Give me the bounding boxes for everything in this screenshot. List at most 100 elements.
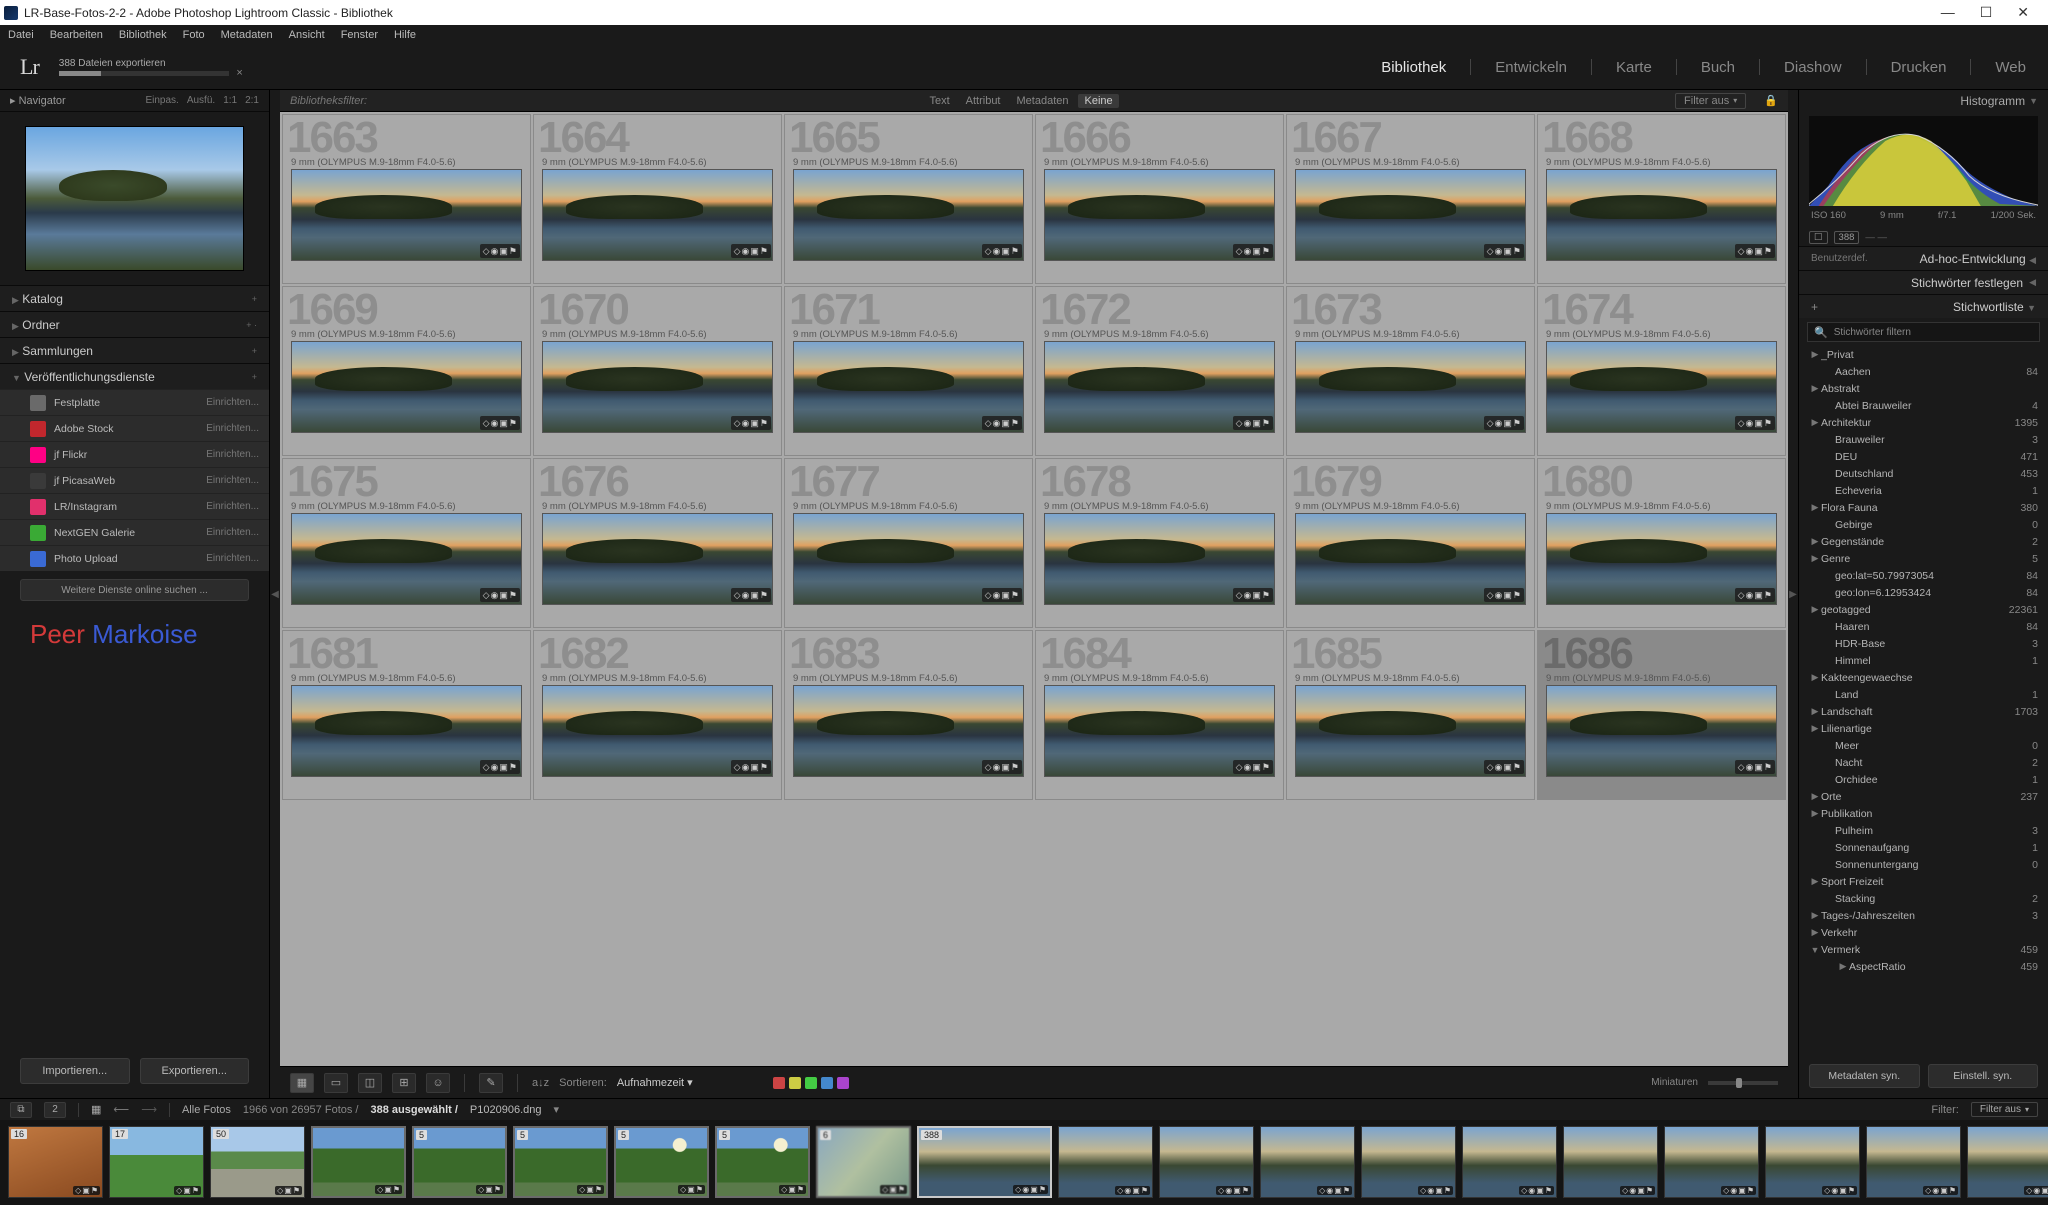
keyword-expand-icon[interactable]: ▶ xyxy=(1809,791,1821,802)
grid-cell[interactable]: 1672 9 mm (OLYMPUS M.9-18mm F4.0-5.6) ◇◉… xyxy=(1035,286,1284,456)
grid-cell[interactable]: 1686 9 mm (OLYMPUS M.9-18mm F4.0-5.6) ◇◉… xyxy=(1537,630,1786,800)
module-buch[interactable]: Buch xyxy=(1699,59,1737,76)
publish-service-item[interactable]: Photo Upload Einrichten... xyxy=(0,545,269,571)
nav-zoom-option[interactable]: 1:1 xyxy=(223,95,237,106)
sync-metadata-button[interactable]: Metadaten syn. xyxy=(1809,1064,1920,1088)
keyword-item[interactable]: Aachen 84 xyxy=(1809,363,2042,380)
grid-cell[interactable]: 1668 9 mm (OLYMPUS M.9-18mm F4.0-5.6) ◇◉… xyxy=(1537,114,1786,284)
filter-tab-text[interactable]: Text xyxy=(923,94,955,108)
progress-cancel-icon[interactable]: × xyxy=(236,67,242,79)
grid-cell[interactable]: 1670 9 mm (OLYMPUS M.9-18mm F4.0-5.6) ◇◉… xyxy=(533,286,782,456)
keyword-item[interactable]: ▶ Orte 237 xyxy=(1809,788,2042,805)
filter-preset-select[interactable]: Filter aus▾ xyxy=(1675,93,1746,109)
grid-view-icon[interactable]: ▦ xyxy=(91,1103,101,1116)
cell-badges[interactable]: ◇◉▣⚑ xyxy=(480,244,520,258)
filmstrip-thumb[interactable]: ◇◉▣⚑ xyxy=(1058,1126,1153,1198)
cell-badges[interactable]: ◇◉▣⚑ xyxy=(982,416,1022,430)
filmstrip-thumb[interactable]: ◇◉▣⚑ xyxy=(1866,1126,1961,1198)
keyword-expand-icon[interactable]: ▶ xyxy=(1809,536,1821,547)
keyword-item[interactable]: Nacht 2 xyxy=(1809,754,2042,771)
cell-badges[interactable]: ◇◉▣⚑ xyxy=(1484,760,1524,774)
sort-field-select[interactable]: Aufnahmezeit ▾ xyxy=(617,1076,693,1089)
cell-badges[interactable]: ◇◉▣⚑ xyxy=(731,416,771,430)
keyword-expand-icon[interactable]: ▶ xyxy=(1809,927,1821,938)
keyword-list[interactable]: ▶ _Privat Aachen 84▶ Abstrakt Abtei Brau… xyxy=(1799,346,2048,1054)
filmstrip-thumb[interactable]: 5◇▣⚑ xyxy=(715,1126,810,1198)
keyword-item[interactable]: DEU 471 xyxy=(1809,448,2042,465)
grid-cell[interactable]: 1682 9 mm (OLYMPUS M.9-18mm F4.0-5.6) ◇◉… xyxy=(533,630,782,800)
catalog-section[interactable]: ▶ Katalog+ xyxy=(0,285,269,311)
cell-badges[interactable]: ◇◉▣⚑ xyxy=(1484,416,1524,430)
keyword-item[interactable]: ▶ Publikation xyxy=(1809,805,2042,822)
grid-cell[interactable]: 1664 9 mm (OLYMPUS M.9-18mm F4.0-5.6) ◇◉… xyxy=(533,114,782,284)
filmstrip-filter-select[interactable]: Filter aus▾ xyxy=(1971,1102,2038,1117)
export-progress[interactable]: 388 Dateien exportieren × xyxy=(59,58,229,76)
keyword-item[interactable]: Meer 0 xyxy=(1809,737,2042,754)
filmstrip-thumb[interactable]: ◇▣⚑ xyxy=(311,1126,406,1198)
menu-hilfe[interactable]: Hilfe xyxy=(394,29,416,41)
keyword-item[interactable]: ▶ geotagged 22361 xyxy=(1809,601,2042,618)
grid-cell[interactable]: 1673 9 mm (OLYMPUS M.9-18mm F4.0-5.6) ◇◉… xyxy=(1286,286,1535,456)
second-window-mode-button[interactable]: 2 xyxy=(44,1102,66,1118)
window-maximize-button[interactable]: ☐ xyxy=(1980,4,1993,21)
keyword-item[interactable]: Brauweiler 3 xyxy=(1809,431,2042,448)
filmstrip-thumb[interactable]: 5◇▣⚑ xyxy=(412,1126,507,1198)
color-label-dot[interactable] xyxy=(773,1077,785,1089)
grid-cell[interactable]: 1677 9 mm (OLYMPUS M.9-18mm F4.0-5.6) ◇◉… xyxy=(784,458,1033,628)
keyword-item[interactable]: geo:lat=50.79973054 84 xyxy=(1809,567,2042,584)
window-close-button[interactable]: ✕ xyxy=(2017,4,2029,21)
cell-badges[interactable]: ◇◉▣⚑ xyxy=(731,588,771,602)
quick-develop-section[interactable]: Benutzerdef. Ad-hoc-Entwicklung ◀ xyxy=(1799,246,2048,270)
keyword-item[interactable]: ▶ Flora Fauna 380 xyxy=(1809,499,2042,516)
histogram[interactable] xyxy=(1809,116,2038,206)
keyword-item[interactable]: Deutschland 453 xyxy=(1809,465,2042,482)
menu-bibliothek[interactable]: Bibliothek xyxy=(119,29,167,41)
menu-metadaten[interactable]: Metadaten xyxy=(221,29,273,41)
cell-badges[interactable]: ◇◉▣⚑ xyxy=(1233,760,1273,774)
publish-service-item[interactable]: NextGEN Galerie Einrichten... xyxy=(0,519,269,545)
keyword-expand-icon[interactable]: ▶ xyxy=(1809,383,1821,394)
navigator-preview[interactable] xyxy=(25,126,244,271)
grid-cell[interactable]: 1674 9 mm (OLYMPUS M.9-18mm F4.0-5.6) ◇◉… xyxy=(1537,286,1786,456)
second-window-button[interactable]: ⧉ xyxy=(10,1102,32,1118)
view-compare-button[interactable]: ◫ xyxy=(358,1073,382,1093)
right-panel-handle[interactable]: ▶ xyxy=(1788,90,1798,1098)
keyword-expand-icon[interactable]: ▶ xyxy=(1809,876,1821,887)
view-people-button[interactable]: ☺ xyxy=(426,1073,450,1093)
keyword-expand-icon[interactable]: ▶ xyxy=(1809,553,1821,564)
nav-zoom-option[interactable]: 2:1 xyxy=(245,95,259,106)
keyword-filter-input[interactable]: 🔍 Stichwörter filtern xyxy=(1807,322,2040,342)
module-karte[interactable]: Karte xyxy=(1614,59,1654,76)
grid-cell[interactable]: 1679 9 mm (OLYMPUS M.9-18mm F4.0-5.6) ◇◉… xyxy=(1286,458,1535,628)
keyword-item[interactable]: ▶ Sport Freizeit xyxy=(1809,873,2042,890)
grid-cell[interactable]: 1675 9 mm (OLYMPUS M.9-18mm F4.0-5.6) ◇◉… xyxy=(282,458,531,628)
thumbnail-size-slider[interactable] xyxy=(1708,1081,1778,1085)
keyword-item[interactable]: HDR-Base 3 xyxy=(1809,635,2042,652)
keyword-item[interactable]: ▶ Lilienartige xyxy=(1809,720,2042,737)
sync-settings-button[interactable]: Einstell. syn. xyxy=(1928,1064,2039,1088)
publish-service-item[interactable]: Festplatte Einrichten... xyxy=(0,389,269,415)
menu-ansicht[interactable]: Ansicht xyxy=(289,29,325,41)
collections-section[interactable]: ▶ Sammlungen+ xyxy=(0,337,269,363)
filmstrip-thumb[interactable]: ◇◉▣⚑ xyxy=(1159,1126,1254,1198)
cell-badges[interactable]: ◇◉▣⚑ xyxy=(731,244,771,258)
go-back-icon[interactable]: ⟵ xyxy=(113,1103,129,1116)
cell-badges[interactable]: ◇◉▣⚑ xyxy=(1233,588,1273,602)
filmstrip-thumb[interactable]: 17◇▣⚑ xyxy=(109,1126,204,1198)
filmstrip-thumb[interactable]: ◇◉▣⚑ xyxy=(1563,1126,1658,1198)
cell-badges[interactable]: ◇◉▣⚑ xyxy=(982,588,1022,602)
find-services-button[interactable]: Weitere Dienste online suchen ... xyxy=(20,579,249,601)
cell-badges[interactable]: ◇◉▣⚑ xyxy=(480,588,520,602)
grid-cell[interactable]: 1681 9 mm (OLYMPUS M.9-18mm F4.0-5.6) ◇◉… xyxy=(282,630,531,800)
keyword-expand-icon[interactable]: ▶ xyxy=(1837,961,1849,972)
filmstrip-thumb[interactable]: 5◇▣⚑ xyxy=(614,1126,709,1198)
left-panel-handle[interactable]: ◀ xyxy=(270,90,280,1098)
view-grid-button[interactable]: ▦ xyxy=(290,1073,314,1093)
identity-plate[interactable]: Peer Markoise xyxy=(30,619,239,650)
keyword-item[interactable]: Haaren 84 xyxy=(1809,618,2042,635)
setup-link[interactable]: Einrichten... xyxy=(206,397,259,408)
color-label-dot[interactable] xyxy=(789,1077,801,1089)
publish-service-item[interactable]: jf Flickr Einrichten... xyxy=(0,441,269,467)
grid-cell[interactable]: 1685 9 mm (OLYMPUS M.9-18mm F4.0-5.6) ◇◉… xyxy=(1286,630,1535,800)
keyword-expand-icon[interactable]: ▼ xyxy=(1809,945,1821,955)
